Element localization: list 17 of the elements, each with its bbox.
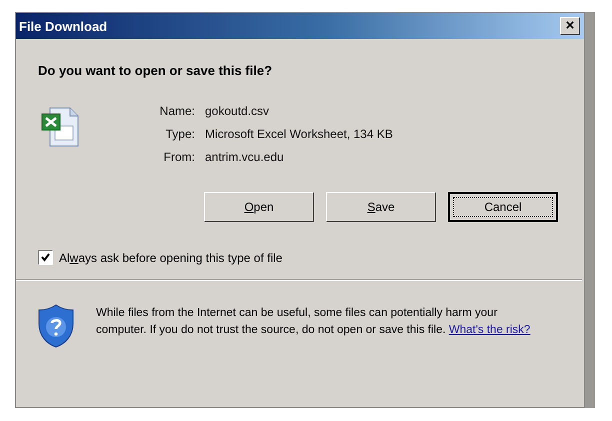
checkbox-label[interactable]: Always ask before opening this type of file <box>59 250 282 264</box>
field-label: Type: <box>164 127 195 141</box>
shield-help-icon <box>36 303 76 349</box>
field-label: From: <box>162 150 195 164</box>
field-value: gokoutd.csv <box>205 104 270 118</box>
dialog-button[interactable]: Open <box>204 192 314 222</box>
checkbox[interactable] <box>38 250 53 265</box>
risk-link[interactable]: What's the risk? <box>448 324 530 336</box>
window-title: File Download <box>19 18 108 34</box>
warning-text: While files from the Internet can be useful, some files can potentially harm your computer. If you do not trust the source, do not open or save this file. What's the risk? <box>96 306 532 338</box>
field-label: Name: <box>158 104 195 118</box>
close-button[interactable]: × <box>560 17 580 35</box>
dialog-button[interactable]: Cancel <box>448 192 558 222</box>
field-value: antrim.vcu.edu <box>205 150 285 164</box>
question-text: Do you want to open or save this file? <box>38 63 274 78</box>
dialog-button[interactable]: Save <box>326 192 436 222</box>
field-value: Microsoft Excel Worksheet, 134 KB <box>205 127 393 141</box>
